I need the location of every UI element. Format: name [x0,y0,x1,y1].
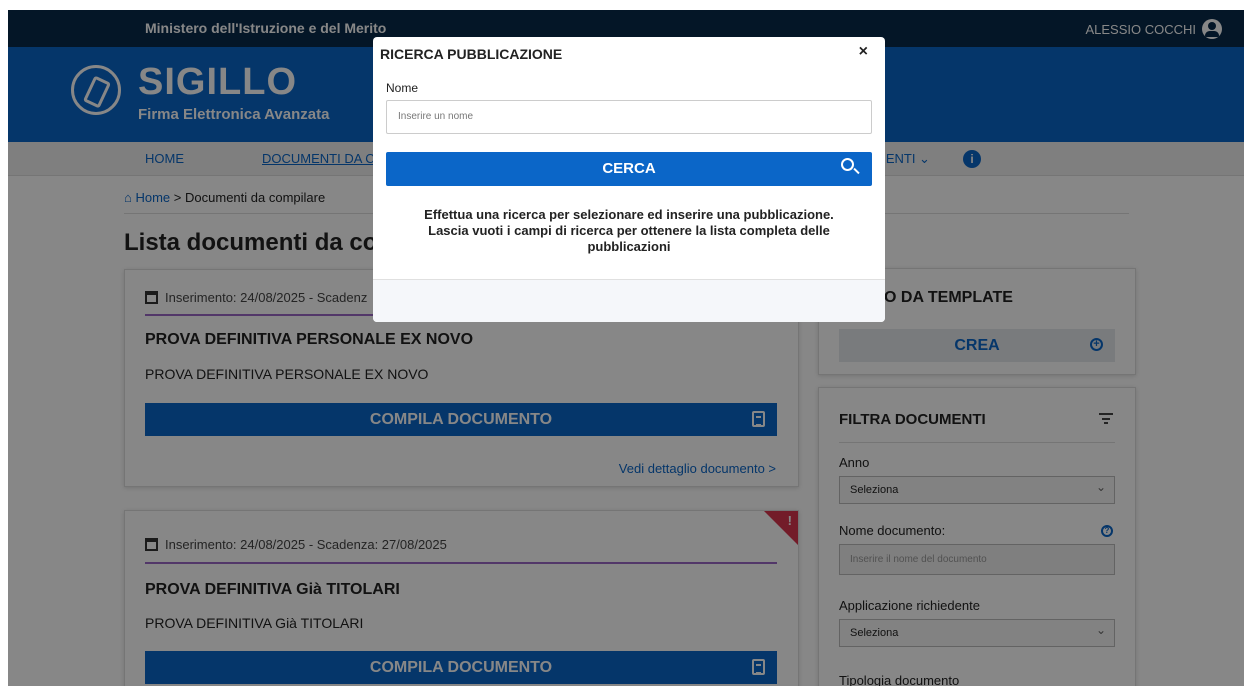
app-frame: Ministero dell'Istruzione e del Merito A… [8,10,1244,686]
close-icon[interactable]: × [859,43,868,61]
nome-label: Nome [386,81,419,95]
search-icon [841,158,854,171]
modal-message: Effettua una ricerca per selezionare ed … [424,207,834,254]
nome-input[interactable]: Inserire un nome [386,100,872,134]
cerca-button[interactable]: CERCA [386,152,872,186]
ricerca-pubblicazione-modal: RICERCA PUBBLICAZIONE × Nome Inserire un… [373,37,885,322]
modal-title: RICERCA PUBBLICAZIONE [380,46,563,62]
modal-footer [373,279,885,322]
